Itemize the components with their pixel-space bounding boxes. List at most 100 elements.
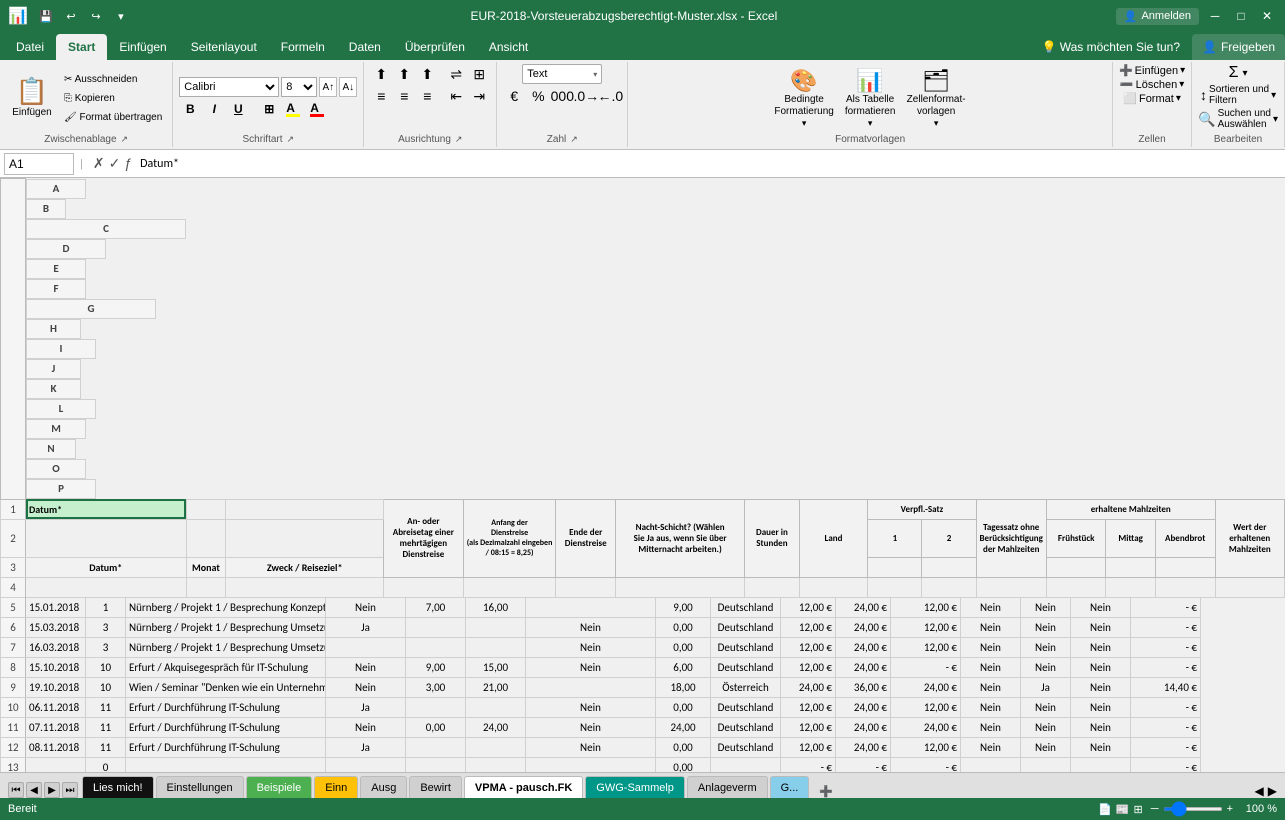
col-header-l[interactable]: L xyxy=(26,399,96,419)
cell-n4[interactable] xyxy=(1106,577,1155,597)
col-header-e[interactable]: E xyxy=(26,259,86,279)
cell-f4[interactable] xyxy=(556,577,616,597)
sheet-tab-gwg[interactable]: GWG-Sammelp xyxy=(585,776,685,798)
row-num-1[interactable]: 1 xyxy=(1,499,26,519)
cell-j7[interactable]: 12,00 € xyxy=(781,637,836,657)
cell-g12[interactable]: Nein xyxy=(526,737,656,757)
row-num-2[interactable]: 2 xyxy=(1,519,26,557)
zoom-in-button[interactable]: + xyxy=(1227,803,1233,815)
tab-freigeben[interactable]: 👤 Freigeben xyxy=(1192,34,1285,60)
cell-b12[interactable]: 11 xyxy=(86,737,126,757)
cell-p13[interactable]: - € xyxy=(1131,757,1201,772)
cell-c4[interactable] xyxy=(226,577,384,597)
cell-e7[interactable] xyxy=(406,637,466,657)
tab-seitenlayout[interactable]: Seitenlayout xyxy=(179,34,269,60)
cell-b2[interactable] xyxy=(186,519,226,557)
cell-n5[interactable]: Nein xyxy=(1021,597,1071,617)
cell-j5[interactable]: 12,00 € xyxy=(781,597,836,617)
cell-p10[interactable]: - € xyxy=(1131,697,1201,717)
number-format-dropdown[interactable]: Text ▾ xyxy=(522,64,602,84)
decimal-increase-button[interactable]: .0→ xyxy=(575,86,597,106)
signin-button[interactable]: 👤 Anmelden xyxy=(1116,8,1199,25)
cell-e12[interactable] xyxy=(406,737,466,757)
cell-m10[interactable]: Nein xyxy=(961,697,1021,717)
cell-b10[interactable]: 11 xyxy=(86,697,126,717)
cell-e5[interactable]: 7,00 xyxy=(406,597,466,617)
tab-nav-next[interactable]: ▶ xyxy=(44,782,60,798)
col-header-o[interactable]: O xyxy=(26,459,86,479)
sheet-tab-beispiele[interactable]: Beispiele xyxy=(246,776,313,798)
cell-j13[interactable]: - € xyxy=(781,757,836,772)
decimal-decrease-button[interactable]: ←.0 xyxy=(599,86,621,106)
cell-g4[interactable] xyxy=(616,577,745,597)
cell-b5[interactable]: 1 xyxy=(86,597,126,617)
cell-e4[interactable] xyxy=(463,577,556,597)
cell-g8[interactable]: Nein xyxy=(526,657,656,677)
einfuegen-big-button[interactable]: 📋 Einfügen xyxy=(6,66,58,130)
cell-l7[interactable]: 12,00 € xyxy=(891,637,961,657)
cell-a7[interactable]: 16.03.2018 xyxy=(26,637,86,657)
redo-qat-button[interactable]: ↪ xyxy=(85,5,107,27)
cell-o9[interactable]: Nein xyxy=(1071,677,1131,697)
cell-e6[interactable] xyxy=(406,617,466,637)
cell-k10[interactable]: 24,00 € xyxy=(836,697,891,717)
bedingte-formatierung-button[interactable]: 🎨 BedingteFormatierung ▾ xyxy=(773,66,835,130)
sheet-tab-einstellungen[interactable]: Einstellungen xyxy=(156,776,244,798)
cell-n2[interactable]: Mittag xyxy=(1106,519,1155,557)
zoom-slider[interactable] xyxy=(1163,807,1223,811)
grid-container[interactable]: A B C D E F G H I J K L M xyxy=(0,178,1285,772)
cell-j4[interactable] xyxy=(868,577,922,597)
cell-i6[interactable]: Deutschland xyxy=(711,617,781,637)
cell-l12[interactable]: 12,00 € xyxy=(891,737,961,757)
cell-h9[interactable]: 18,00 xyxy=(656,677,711,697)
wrap-text-button[interactable]: ⇌ xyxy=(445,64,467,84)
cell-c5[interactable]: Nürnberg / Projekt 1 / Besprechung Konze… xyxy=(126,597,326,617)
zahl-expand[interactable]: ↗ xyxy=(570,134,578,145)
cell-j10[interactable]: 12,00 € xyxy=(781,697,836,717)
col-header-n[interactable]: N xyxy=(26,439,76,459)
cell-k4[interactable] xyxy=(922,577,976,597)
sheet-tab-bewirt[interactable]: Bewirt xyxy=(409,776,462,798)
cell-o2[interactable]: Abendbrot xyxy=(1155,519,1215,557)
loeschen-arrow[interactable]: ▾ xyxy=(1179,79,1184,90)
sheet-tab-g[interactable]: G... xyxy=(770,776,810,798)
cell-l4[interactable] xyxy=(976,577,1046,597)
kopieren-button[interactable]: ⎘ Kopieren xyxy=(60,89,166,107)
cell-m9[interactable]: Nein xyxy=(961,677,1021,697)
col-header-d[interactable]: D xyxy=(26,239,106,259)
cell-c7[interactable]: Nürnberg / Projekt 1 / Besprechung Umset… xyxy=(126,637,326,657)
cell-m12[interactable]: Nein xyxy=(961,737,1021,757)
cell-c8[interactable]: Erfurt / Akquisegespräch für IT-Schulung xyxy=(126,657,326,677)
cell-i10[interactable]: Deutschland xyxy=(711,697,781,717)
ausrichtung-expand[interactable]: ↗ xyxy=(455,134,463,145)
cell-j6[interactable]: 12,00 € xyxy=(781,617,836,637)
cell-e1[interactable]: Anfang derDienstreise(als Dezimalzahl ei… xyxy=(463,499,556,577)
cell-h8[interactable]: 6,00 xyxy=(656,657,711,677)
sheet-scroll-left[interactable]: ◀ xyxy=(1255,784,1264,798)
tab-einfuegen[interactable]: Einfügen xyxy=(107,34,178,60)
cell-a11[interactable]: 07.11.2018 xyxy=(26,717,86,737)
formula-confirm-icon[interactable]: ✓ xyxy=(109,155,121,172)
cell-j11[interactable]: 12,00 € xyxy=(781,717,836,737)
col-header-c[interactable]: C xyxy=(26,219,186,239)
als-tabelle-button[interactable]: 📊 Als Tabelleformatieren ▾ xyxy=(839,66,901,130)
close-button[interactable]: ✕ xyxy=(1257,6,1277,26)
cell-b4[interactable] xyxy=(186,577,226,597)
tab-nav-prev[interactable]: ◀ xyxy=(26,782,42,798)
cell-f6[interactable] xyxy=(466,617,526,637)
cell-p5[interactable]: - € xyxy=(1131,597,1201,617)
cell-j8[interactable]: 12,00 € xyxy=(781,657,836,677)
cell-a5[interactable]: 15.01.2018 xyxy=(26,597,86,617)
schriftart-expand[interactable]: ↗ xyxy=(287,134,295,145)
font-increase-button[interactable]: A↑ xyxy=(319,77,337,97)
cell-l1[interactable]: Tagessatz ohneBerücksichtigungder Mahlze… xyxy=(976,499,1046,577)
suchen-arrow[interactable]: ▾ xyxy=(1273,114,1278,125)
minimize-button[interactable]: ─ xyxy=(1205,6,1225,26)
cell-a9[interactable]: 19.10.2018 xyxy=(26,677,86,697)
row-num-11[interactable]: 11 xyxy=(1,717,26,737)
cell-a4[interactable] xyxy=(26,577,187,597)
cell-h7[interactable]: 0,00 xyxy=(656,637,711,657)
cell-m1-mahlzeiten[interactable]: erhaltene Mahlzeiten xyxy=(1046,499,1215,519)
row-num-10[interactable]: 10 xyxy=(1,697,26,717)
cell-f12[interactable] xyxy=(466,737,526,757)
